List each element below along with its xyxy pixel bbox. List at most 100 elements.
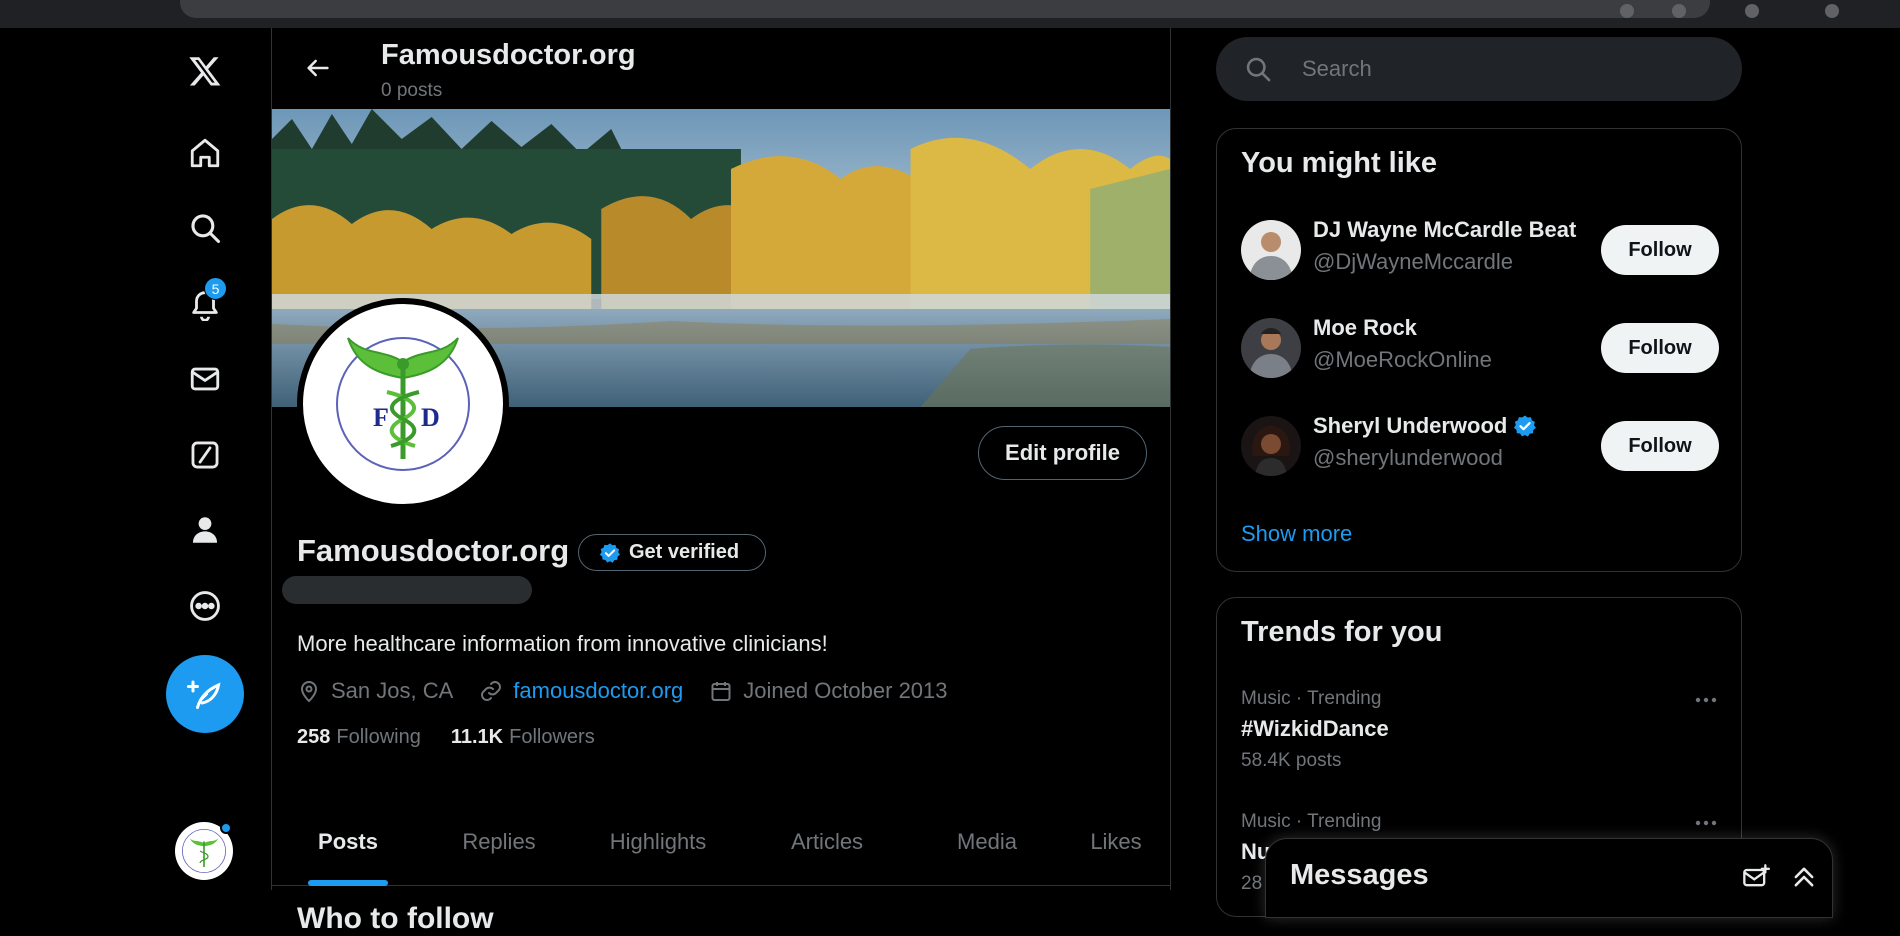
- search-icon: [1246, 57, 1271, 82]
- back-arrow-icon[interactable]: [298, 48, 338, 88]
- get-verified-label: Get verified: [629, 541, 740, 563]
- sidebar-nav: [0, 28, 271, 890]
- header-post-count: 0 posts: [381, 80, 443, 101]
- more-options-icon[interactable]: [184, 585, 226, 627]
- browser-profile-icon[interactable]: [1825, 4, 1839, 18]
- tab-posts-label: Posts: [318, 829, 378, 854]
- calendar-icon: [711, 682, 731, 701]
- follow-stats: 258 Following 11.1K Followers: [297, 726, 595, 749]
- trends-title: Trends for you: [1241, 616, 1443, 648]
- profile-bio: More healthcare information from innovat…: [297, 631, 828, 656]
- follow-button[interactable]: Follow: [1601, 225, 1719, 275]
- explore-search-icon[interactable]: [184, 207, 226, 249]
- logo-letter-left: F: [373, 403, 389, 432]
- profile-tabs: Posts Replies Highlights Articles Media …: [272, 798, 1170, 886]
- header-profile-name: Famousdoctor.org: [381, 39, 636, 71]
- trend-more-icon[interactable]: [1693, 813, 1719, 833]
- location-text: San Jos, CA: [331, 678, 454, 703]
- tab-likes-label: Likes: [1090, 829, 1142, 854]
- compose-post-button[interactable]: [166, 655, 244, 733]
- trend-category: Music · Trending: [1241, 688, 1382, 709]
- page-scrollbar[interactable]: [1890, 28, 1900, 890]
- suggestion-handle: @DjWayneMccardle: [1313, 249, 1514, 274]
- profile-avatar[interactable]: F D: [297, 298, 509, 510]
- location-pin-icon: [300, 681, 318, 703]
- followers-count: 11.1K: [450, 726, 504, 748]
- trend-item[interactable]: Music · Trending #WizkidDance 58.4K post…: [1241, 688, 1719, 772]
- caduceus-logo-icon: F D: [336, 337, 470, 471]
- follow-button[interactable]: Follow: [1601, 323, 1719, 373]
- suggestion-item[interactable]: Sheryl Underwood @sherylunderwood Follow: [1241, 413, 1719, 481]
- verified-badge-icon: [1514, 415, 1537, 437]
- website-link[interactable]: famousdoctor.org: [513, 678, 683, 704]
- followers-label: Followers: [509, 726, 595, 748]
- messages-drawer-title: Messages: [1290, 859, 1429, 891]
- you-might-like-title: You might like: [1241, 147, 1438, 179]
- suggestion-name: DJ Wayne McCardle Beat: [1313, 217, 1577, 242]
- suggestion-item[interactable]: DJ Wayne McCardle Beat @DjWayneMccardle …: [1241, 217, 1719, 285]
- tab-posts[interactable]: Posts: [272, 798, 424, 886]
- location-item: San Jos, CA: [297, 678, 453, 704]
- followers-link[interactable]: 11.1K Followers: [451, 726, 595, 749]
- tab-media-label: Media: [957, 829, 1017, 854]
- tab-highlights-label: Highlights: [609, 829, 707, 854]
- profile-display-name: Famousdoctor.org: [297, 533, 570, 568]
- notifications-badge: 5: [204, 277, 227, 300]
- edit-profile-button[interactable]: Edit profile: [978, 426, 1147, 480]
- profile-meta-row: San Jos, CA famousdoctor.org Joined Octo…: [297, 678, 974, 704]
- profile-main-column: Famousdoctor.org 0 posts F D Edit profil…: [271, 28, 1171, 935]
- extension-icon[interactable]: [1620, 4, 1634, 18]
- search-box[interactable]: [1216, 37, 1742, 101]
- new-message-icon[interactable]: [1740, 861, 1772, 893]
- tab-replies-label: Replies: [462, 829, 536, 854]
- tab-media[interactable]: Media: [912, 798, 1062, 886]
- redacted-handle: [282, 576, 532, 604]
- trend-post-count: 58.4K posts: [1241, 750, 1342, 771]
- who-to-follow-heading: Who to follow: [297, 902, 494, 935]
- tab-likes[interactable]: Likes: [1062, 798, 1170, 886]
- you-might-like-card: You might like DJ Wayne McCardle Beat @D…: [1216, 128, 1742, 572]
- avatar: [1241, 416, 1301, 476]
- profile-person-icon[interactable]: [184, 509, 226, 551]
- verified-badge-icon: [599, 542, 620, 563]
- joined-item: Joined October 2013: [709, 678, 948, 704]
- tab-highlights[interactable]: Highlights: [574, 798, 742, 886]
- suggestion-item[interactable]: Moe Rock @MoeRockOnline Follow: [1241, 315, 1719, 383]
- active-tab-indicator: [308, 880, 388, 886]
- window-icon[interactable]: [1745, 4, 1759, 18]
- tab-articles-label: Articles: [790, 829, 864, 854]
- browser-toolbar: [0, 0, 1900, 28]
- expand-drawer-icon[interactable]: [1788, 861, 1820, 893]
- link-icon: [481, 681, 502, 701]
- feather-plus-icon: [187, 680, 221, 709]
- logo-letter-right: D: [421, 403, 440, 432]
- trend-more-icon[interactable]: [1693, 690, 1719, 710]
- suggestion-name: Sheryl Underwood: [1313, 413, 1537, 439]
- avatar: [1241, 318, 1301, 378]
- search-input[interactable]: [1300, 55, 1700, 83]
- get-verified-button[interactable]: Get verified: [578, 534, 766, 571]
- following-label: Following: [336, 726, 421, 748]
- following-link[interactable]: 258 Following: [297, 726, 421, 749]
- tab-replies[interactable]: Replies: [424, 798, 574, 886]
- messages-mail-icon[interactable]: [184, 358, 226, 400]
- follow-button[interactable]: Follow: [1601, 421, 1719, 471]
- grok-icon[interactable]: [184, 434, 226, 476]
- show-more-link[interactable]: Show more: [1241, 521, 1352, 547]
- suggestion-name: Moe Rock: [1313, 315, 1417, 340]
- website-item: famousdoctor.org: [479, 678, 683, 704]
- suggestion-name-text: Sheryl Underwood: [1313, 413, 1508, 438]
- joined-text: Joined October 2013: [743, 678, 948, 703]
- trend-category: Music · Trending: [1241, 811, 1382, 832]
- suggestion-handle: @sherylunderwood: [1313, 445, 1503, 470]
- x-logo-icon[interactable]: [184, 50, 226, 92]
- messages-drawer[interactable]: Messages: [1265, 838, 1833, 918]
- star-icon[interactable]: [1672, 4, 1686, 18]
- unread-dot: [220, 822, 232, 834]
- address-bar[interactable]: [180, 0, 1710, 18]
- avatar: [1241, 220, 1301, 280]
- tab-articles[interactable]: Articles: [742, 798, 912, 886]
- following-count: 258: [297, 726, 331, 748]
- suggestion-handle: @MoeRockOnline: [1313, 347, 1492, 372]
- home-icon[interactable]: [184, 132, 226, 174]
